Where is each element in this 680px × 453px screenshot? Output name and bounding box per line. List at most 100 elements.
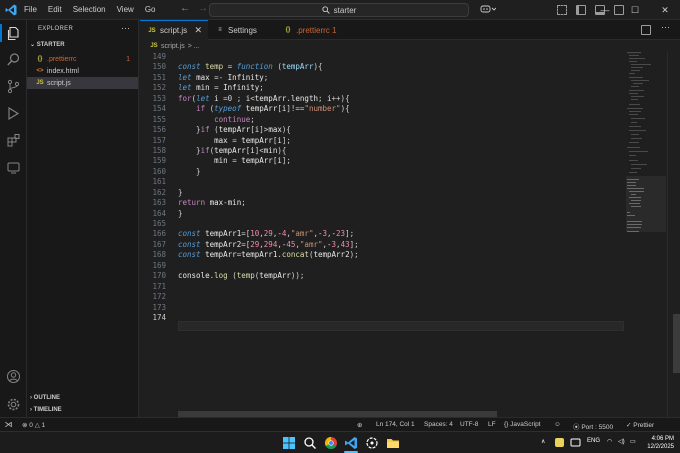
language-label: JavaScript	[510, 421, 541, 428]
language-mode[interactable]: {} JavaScript	[504, 421, 541, 428]
copilot-status-icon[interactable]: ☺	[554, 421, 561, 428]
code-editor[interactable]: 149 150 151 152 153 154 155 156 157 158 159 160 161 1…	[140, 52, 680, 417]
code-line[interactable]	[178, 219, 359, 229]
code-line[interactable]	[178, 177, 359, 187]
prettier-status[interactable]: ✓ Prettier	[626, 421, 654, 429]
settings-gear-icon[interactable]	[6, 397, 21, 412]
extensions-icon[interactable]	[6, 133, 21, 148]
code-line[interactable]: let max =- Infinity;	[178, 73, 359, 83]
account-icon[interactable]	[6, 369, 21, 384]
code-line[interactable]: const tempArr2=[29,294,-45,"amr",-3,43];	[178, 240, 359, 250]
folder-header[interactable]: ⌄ STARTER	[30, 41, 65, 48]
end-of-line[interactable]: LF	[488, 421, 496, 428]
more-actions-icon[interactable]: ···	[661, 22, 670, 35]
file-explorer-icon[interactable]	[386, 436, 400, 450]
code-line[interactable]: if (typeof tempArr[i]!=="number"){	[178, 104, 359, 114]
tab-script-js[interactable]: JS script.js ✕	[140, 20, 208, 40]
taskbar-search-icon[interactable]	[303, 436, 317, 450]
split-editor-icon[interactable]	[641, 25, 651, 35]
file-index-html[interactable]: <> index.html	[27, 65, 138, 77]
encoding[interactable]: UTF-8	[460, 421, 478, 428]
search-sidebar-icon[interactable]	[6, 52, 21, 67]
minimap[interactable]	[626, 52, 666, 412]
menu-go[interactable]: Go	[145, 5, 156, 14]
chatgpt-icon[interactable]	[365, 436, 379, 450]
menu-edit[interactable]: Edit	[48, 5, 62, 14]
show-hidden-icons[interactable]: ∧	[541, 438, 545, 445]
code-line[interactable]: for(let i =0 ; i<tempArr.length; i++){	[178, 94, 359, 104]
app-tray-icon[interactable]	[570, 437, 581, 448]
broadcast-icon: ⦿	[573, 424, 580, 431]
close-window-icon[interactable]: ✕	[650, 0, 680, 20]
menu-view[interactable]: View	[117, 5, 134, 14]
code-token: const	[178, 62, 206, 72]
zoom-icon[interactable]: ⊕	[357, 421, 362, 429]
close-icon[interactable]: ✕	[194, 25, 202, 36]
code-line[interactable]: }	[178, 167, 359, 177]
tab-prettierrc[interactable]: {} .prettierrc 1	[276, 20, 352, 40]
breadcrumb-file[interactable]: script.js	[161, 43, 185, 50]
copilot-icon[interactable]	[480, 4, 496, 14]
system-clock[interactable]: 4:06 PM 12/2/2025	[640, 435, 674, 451]
code-line[interactable]: console.log (temp(tempArr));	[178, 271, 359, 281]
command-center-search[interactable]: starter	[209, 3, 469, 17]
code-line[interactable]: return max-min;	[178, 198, 359, 208]
code-line[interactable]: }if (tempArr[i]>max){	[178, 125, 359, 135]
remote-indicator[interactable]: ⋊	[0, 418, 17, 431]
security-tray-icon[interactable]	[554, 437, 565, 448]
code-token: "amr"	[290, 229, 314, 239]
minimize-icon[interactable]: —	[590, 0, 620, 20]
code-line[interactable]: continue;	[178, 115, 359, 125]
problems-indicator[interactable]: ⊗ 0 △ 1	[22, 421, 45, 429]
input-language[interactable]: ENG	[587, 438, 600, 444]
indentation[interactable]: Spaces: 4	[424, 421, 453, 428]
run-debug-icon[interactable]	[6, 106, 21, 121]
code-line[interactable]	[178, 313, 359, 323]
code-line[interactable]	[178, 261, 359, 271]
menu-file[interactable]: File	[24, 5, 37, 14]
line-number: 171	[152, 281, 166, 291]
code-line[interactable]: }	[178, 188, 359, 198]
code-line[interactable]: max = tempArr[i];	[178, 136, 359, 146]
menu-selection[interactable]: Selection	[73, 5, 106, 14]
layout-customize-icon[interactable]	[557, 5, 567, 15]
tab-settings[interactable]: ≡ Settings	[208, 20, 276, 40]
code-line[interactable]	[178, 282, 359, 292]
toggle-sidebar-icon[interactable]	[576, 5, 586, 15]
code-line[interactable]: const temp = function (tempArr){	[178, 62, 359, 72]
explorer-icon[interactable]	[6, 26, 21, 41]
code-line[interactable]: const tempArr1=[10,29,-4,"amr",-3,-23];	[178, 229, 359, 239]
code-token: ,-	[327, 229, 337, 239]
battery-icon[interactable]: ▭	[630, 438, 636, 445]
windows-start-icon[interactable]	[282, 436, 296, 450]
code-line[interactable]: let min = Infinity;	[178, 83, 359, 93]
maximize-icon[interactable]: ☐	[620, 0, 650, 20]
cursor-position[interactable]: Ln 174, Col 1	[376, 421, 415, 428]
remote-explorer-icon[interactable]	[6, 160, 21, 175]
wifi-icon[interactable]: ◠	[607, 438, 612, 445]
outline-section[interactable]: › OUTLINE	[30, 395, 60, 401]
chrome-icon[interactable]	[324, 436, 338, 450]
code-line[interactable]: const tempArr=tempArr1.concat(tempArr2);	[178, 250, 359, 260]
volume-icon[interactable]: ◁)	[618, 438, 625, 445]
live-server-port[interactable]: ⦿ Port : 5500	[573, 421, 613, 431]
code-line[interactable]	[178, 303, 359, 313]
more-actions-icon[interactable]: ···	[121, 23, 130, 33]
error-count: 0	[29, 422, 33, 429]
code-line[interactable]: }	[178, 209, 359, 219]
code-line[interactable]: }if(tempArr[i]<min){	[178, 146, 359, 156]
code-lines[interactable]: const temp = function (tempArr){let max …	[178, 52, 359, 323]
file-script-js[interactable]: JS script.js	[27, 77, 138, 89]
timeline-section[interactable]: › TIMELINE	[30, 407, 62, 413]
forward-arrow-icon[interactable]: →	[198, 3, 208, 14]
file-prettierrc[interactable]: {} .prettierrc 1	[27, 53, 138, 65]
vscode-taskbar-icon[interactable]	[344, 436, 358, 450]
breadcrumb-rest[interactable]: > ...	[188, 43, 200, 50]
back-arrow-icon[interactable]: ←	[180, 3, 190, 14]
vertical-scrollbar-thumb[interactable]	[673, 314, 680, 373]
code-line[interactable]	[178, 52, 359, 62]
vscode-logo-icon	[5, 4, 17, 15]
source-control-icon[interactable]	[6, 79, 21, 94]
code-line[interactable]: min = tempArr[i];	[178, 156, 359, 166]
code-line[interactable]	[178, 292, 359, 302]
